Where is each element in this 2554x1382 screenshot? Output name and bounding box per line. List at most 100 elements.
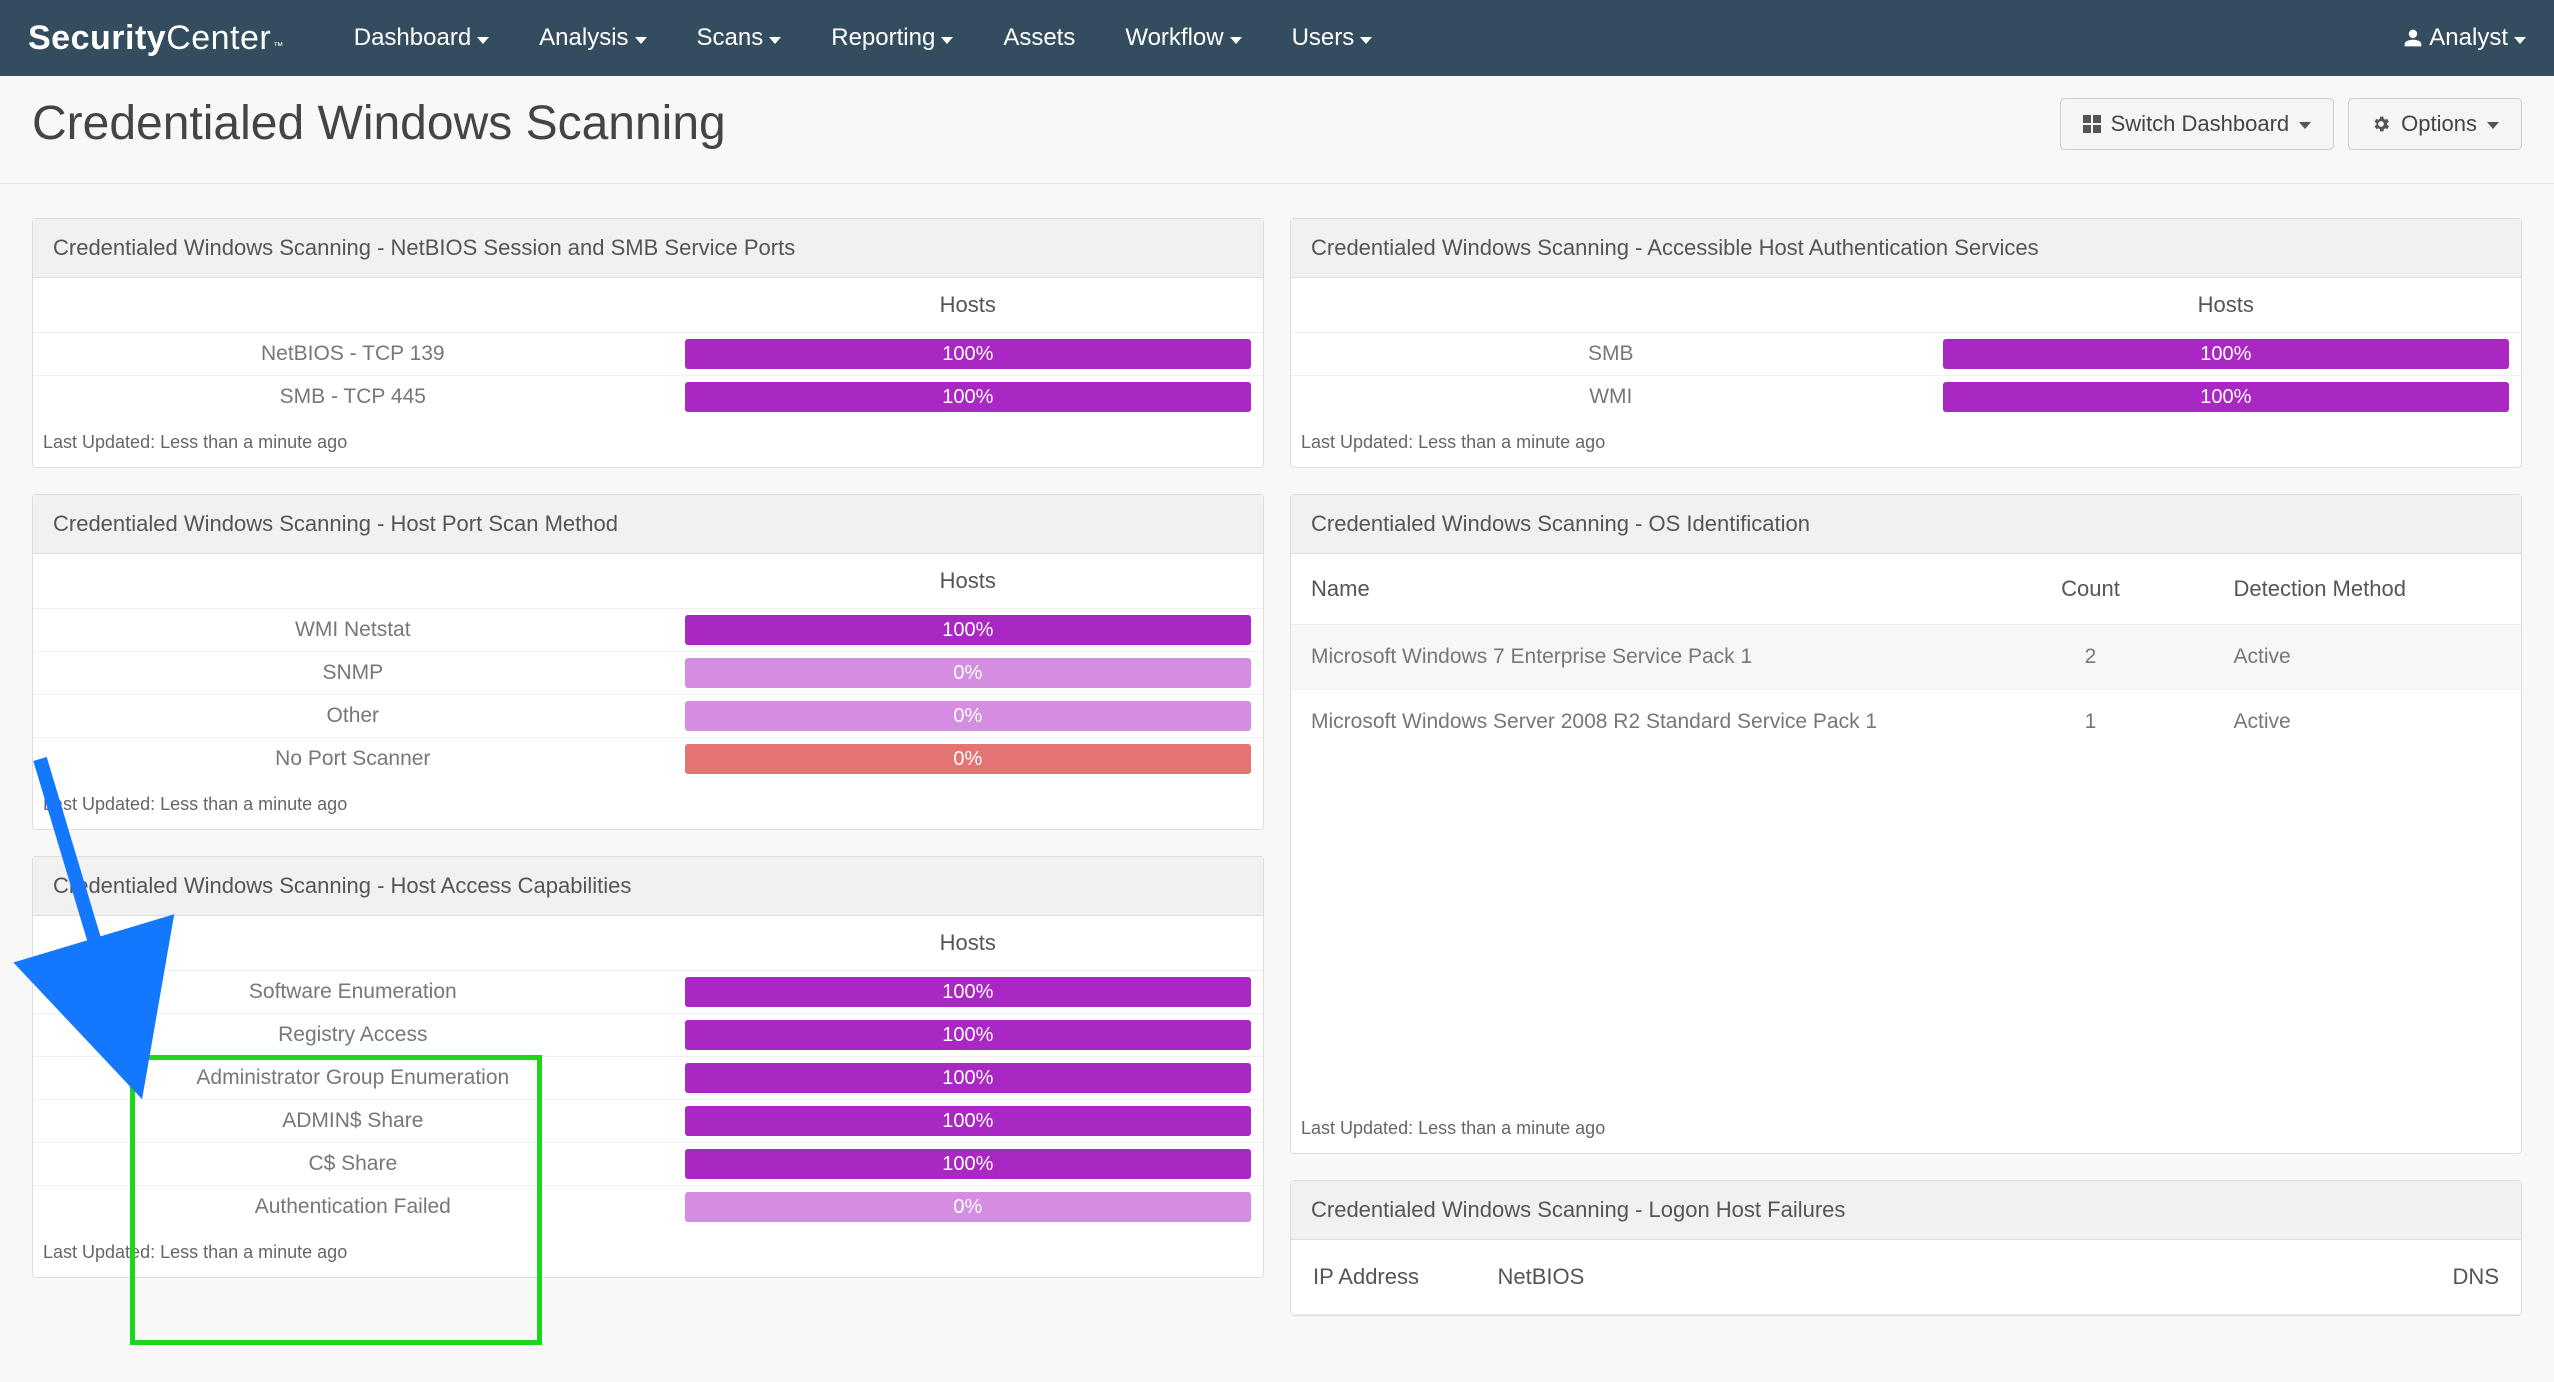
auth-table: Hosts SMB100%WMI100%: [1291, 278, 2521, 418]
col-netbios[interactable]: NetBIOS: [1476, 1240, 2214, 1315]
nav-label: Dashboard: [354, 24, 471, 52]
col-ip[interactable]: IP Address: [1291, 1240, 1476, 1315]
table-row[interactable]: ADMIN$ Share100%: [33, 1100, 1263, 1143]
options-label: Options: [2401, 111, 2477, 137]
panel-logon: Credentialed Windows Scanning - Logon Ho…: [1290, 1180, 2522, 1316]
progress-bar: 0%: [685, 744, 1251, 774]
nav-user-label: Analyst: [2429, 24, 2508, 52]
table-row[interactable]: Administrator Group Enumeration100%: [33, 1057, 1263, 1100]
table-row[interactable]: SMB100%: [1291, 333, 2521, 376]
nav-item-scans[interactable]: Scans: [697, 24, 782, 52]
row-label: No Port Scanner: [33, 738, 673, 781]
caret-down-icon: [2299, 122, 2311, 129]
header-buttons: Switch Dashboard Options: [2060, 98, 2522, 150]
col-dns[interactable]: DNS: [2214, 1240, 2522, 1315]
progress-bar: 100%: [685, 1020, 1251, 1050]
os-name: Microsoft Windows Server 2008 R2 Standar…: [1291, 690, 1968, 755]
table-row[interactable]: SNMP 0%: [33, 652, 1263, 695]
table-row[interactable]: No Port Scanner 0%: [33, 738, 1263, 781]
brand-part1: Security: [28, 19, 166, 58]
panel-footer: Last Updated: Less than a minute ago: [1291, 418, 2521, 467]
access-table: Hosts Software Enumeration100%Registry A…: [33, 916, 1263, 1228]
row-label: SNMP: [33, 652, 673, 695]
table-row[interactable]: Microsoft Windows Server 2008 R2 Standar…: [1291, 690, 2521, 755]
row-label: NetBIOS - TCP 139: [33, 333, 673, 376]
progress-bar: 100%: [685, 977, 1251, 1007]
table-row[interactable]: WMI100%: [1291, 376, 2521, 419]
caret-down-icon: [1230, 37, 1242, 44]
nav-label: Scans: [697, 24, 764, 52]
netbios-table: Hosts NetBIOS - TCP 139100%SMB - TCP 445…: [33, 278, 1263, 418]
progress-bar: 0%: [685, 658, 1251, 688]
gear-icon: [2371, 114, 2391, 134]
panel-title[interactable]: Credentialed Windows Scanning - Logon Ho…: [1291, 1181, 2521, 1240]
panel-port-scan: Credentialed Windows Scanning - Host Por…: [32, 494, 1264, 830]
options-button[interactable]: Options: [2348, 98, 2522, 150]
brand-logo[interactable]: SecurityCenter™: [28, 19, 284, 58]
caret-down-icon: [941, 37, 953, 44]
nav-item-dashboard[interactable]: Dashboard: [354, 24, 489, 52]
row-bar-cell: 100%: [673, 1100, 1263, 1143]
nav-item-analysis[interactable]: Analysis: [539, 24, 646, 52]
nav-user-menu[interactable]: Analyst: [2403, 24, 2526, 52]
row-label: ADMIN$ Share: [33, 1100, 673, 1143]
nav-label: Reporting: [831, 24, 935, 52]
panel-os: Credentialed Windows Scanning - OS Ident…: [1290, 494, 2522, 1154]
table-row[interactable]: NetBIOS - TCP 139100%: [33, 333, 1263, 376]
row-bar-cell: 100%: [673, 333, 1263, 376]
panel-footer: Last Updated: Less than a minute ago: [33, 418, 1263, 467]
table-row[interactable]: Registry Access100%: [33, 1014, 1263, 1057]
row-label: SMB - TCP 445: [33, 376, 673, 419]
table-row[interactable]: Other0%: [33, 695, 1263, 738]
row-label: WMI: [1291, 376, 1931, 419]
user-icon: [2403, 28, 2423, 48]
logon-table: IP Address NetBIOS DNS: [1291, 1240, 2521, 1315]
panel-title[interactable]: Credentialed Windows Scanning - OS Ident…: [1291, 495, 2521, 554]
brand-part2: Center: [166, 19, 271, 58]
table-row[interactable]: Software Enumeration 100%: [33, 971, 1263, 1014]
switch-dashboard-button[interactable]: Switch Dashboard: [2060, 98, 2335, 150]
row-label: C$ Share: [33, 1143, 673, 1186]
panel-title[interactable]: Credentialed Windows Scanning - Host Acc…: [33, 857, 1263, 916]
col-name[interactable]: Name: [1291, 554, 1968, 625]
caret-down-icon: [2487, 122, 2499, 129]
row-label: Other: [33, 695, 673, 738]
nav-item-workflow[interactable]: Workflow: [1125, 24, 1241, 52]
row-bar-cell: 0%: [673, 695, 1263, 738]
panel-title[interactable]: Credentialed Windows Scanning - Accessib…: [1291, 219, 2521, 278]
col-hosts: Hosts: [673, 278, 1263, 333]
table-row[interactable]: Microsoft Windows 7 Enterprise Service P…: [1291, 625, 2521, 690]
progress-bar: 100%: [685, 1149, 1251, 1179]
table-row[interactable]: C$ Share 100%: [33, 1143, 1263, 1186]
os-count: 2: [1968, 625, 2214, 690]
nav-item-users[interactable]: Users: [1292, 24, 1373, 52]
page-title: Credentialed Windows Scanning: [32, 96, 2060, 151]
switch-dashboard-label: Switch Dashboard: [2111, 111, 2290, 137]
row-label: Software Enumeration: [33, 971, 673, 1014]
nav-item-assets[interactable]: Assets: [1003, 24, 1075, 52]
nav-label: Users: [1292, 24, 1355, 52]
progress-bar: 100%: [685, 1063, 1251, 1093]
table-row[interactable]: SMB - TCP 445100%: [33, 376, 1263, 419]
table-row[interactable]: Authentication Failed0%: [33, 1186, 1263, 1229]
top-navbar: SecurityCenter™ Dashboard Analysis Scans…: [0, 0, 2554, 76]
panel-auth: Credentialed Windows Scanning - Accessib…: [1290, 218, 2522, 468]
col-hosts: Hosts: [673, 554, 1263, 609]
nav-item-reporting[interactable]: Reporting: [831, 24, 953, 52]
dashboard-right-column: Credentialed Windows Scanning - Accessib…: [1290, 218, 2522, 1316]
row-bar-cell: 100%: [673, 1143, 1263, 1186]
progress-bar: 0%: [685, 1192, 1251, 1222]
panel-footer: Last Updated: Less than a minute ago: [1291, 1104, 2521, 1153]
panel-title[interactable]: Credentialed Windows Scanning - Host Por…: [33, 495, 1263, 554]
nav-label: Analysis: [539, 24, 628, 52]
nav-menu: Dashboard Analysis Scans Reporting Asset…: [354, 24, 2404, 52]
col-hosts: Hosts: [673, 916, 1263, 971]
table-row[interactable]: WMI Netstat100%: [33, 609, 1263, 652]
os-table: Name Count Detection Method Microsoft Wi…: [1291, 554, 2521, 754]
col-method[interactable]: Detection Method: [2214, 554, 2522, 625]
dashboard-grid: Credentialed Windows Scanning - NetBIOS …: [0, 184, 2554, 1350]
panel-title[interactable]: Credentialed Windows Scanning - NetBIOS …: [33, 219, 1263, 278]
col-count[interactable]: Count: [1968, 554, 2214, 625]
row-bar-cell: 0%: [673, 652, 1263, 695]
grid-icon: [2083, 115, 2101, 133]
